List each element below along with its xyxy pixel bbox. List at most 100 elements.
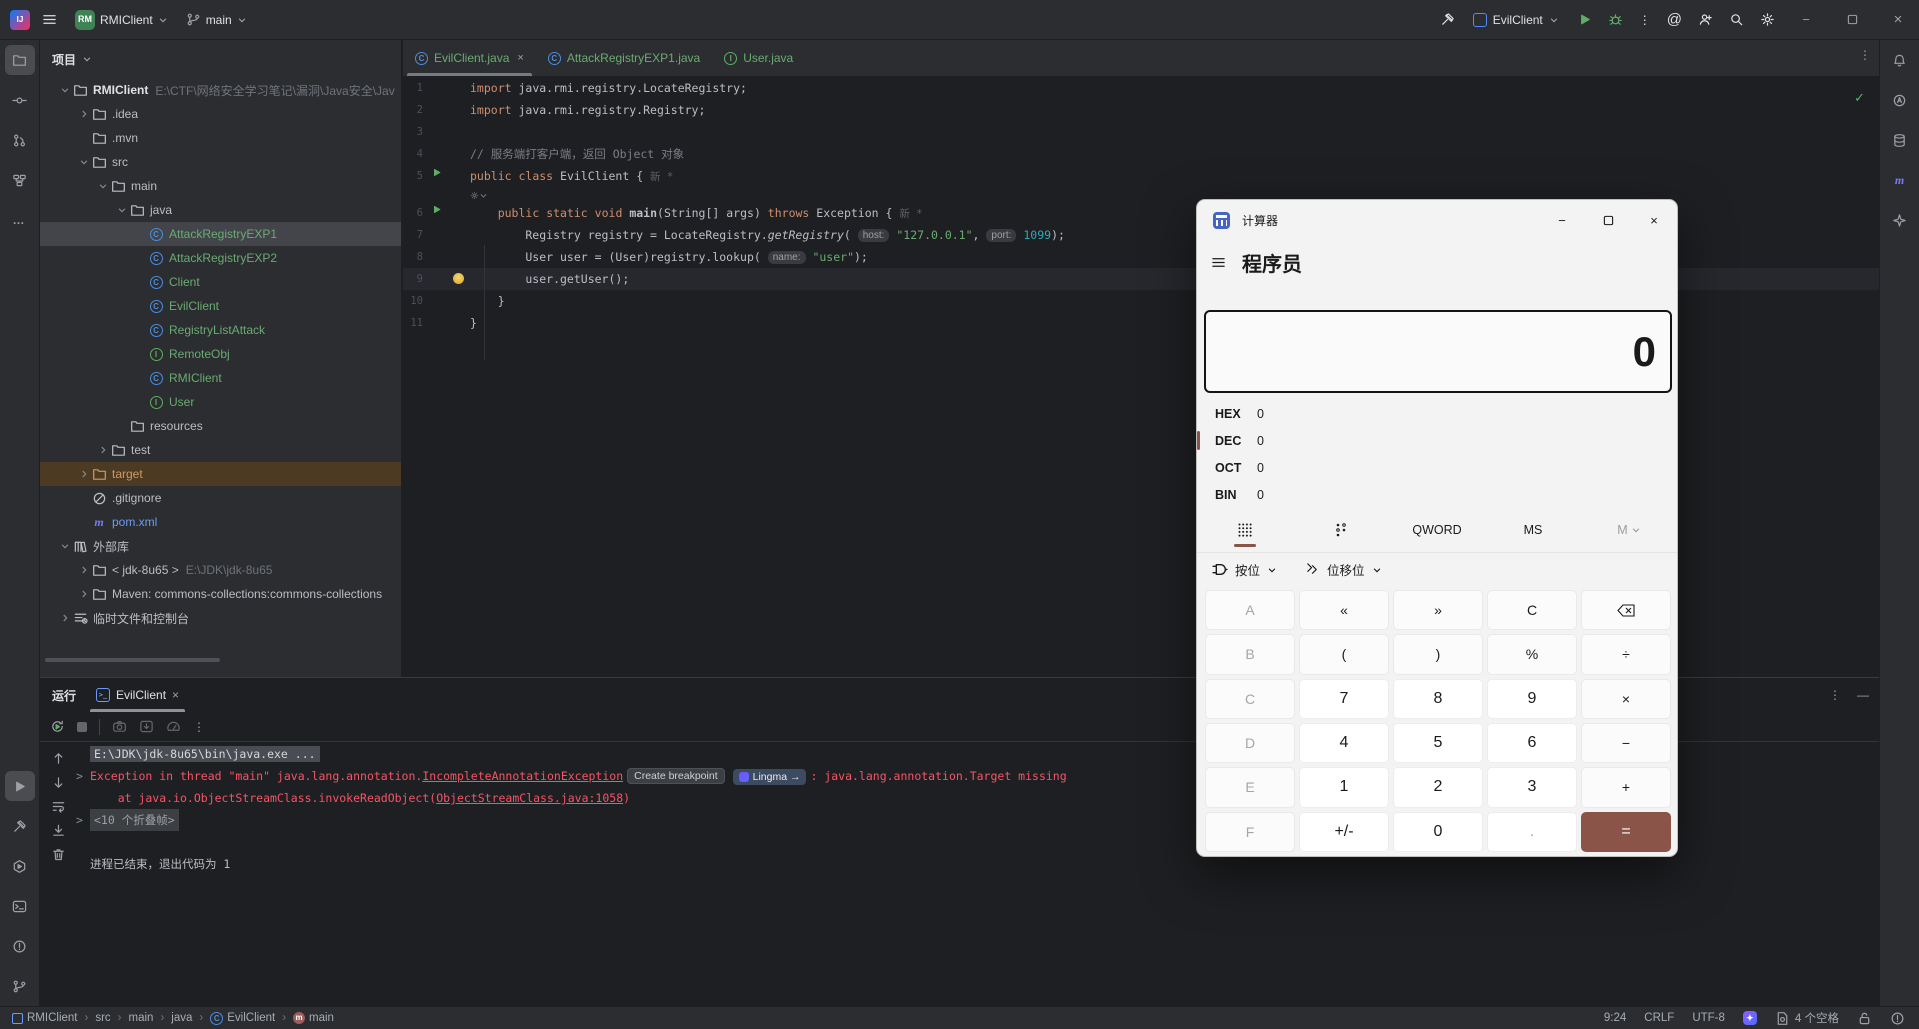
crumb-main[interactable]: mmain xyxy=(293,1012,334,1024)
tree-item-src[interactable]: src xyxy=(40,150,401,174)
thread-dump-icon[interactable] xyxy=(112,719,127,734)
lingma-chip[interactable]: Lingma → xyxy=(733,769,807,785)
calculator-titlebar[interactable]: 计算器 − × xyxy=(1197,200,1677,240)
calc-key-sym[interactable]: % xyxy=(1487,634,1577,674)
editor-tab-user-java[interactable]: IUser.java xyxy=(712,40,805,76)
calc-key-sym[interactable]: . xyxy=(1487,812,1577,852)
tree-item-remoteobj[interactable]: IRemoteObj xyxy=(40,342,401,366)
crumb-src[interactable]: src xyxy=(95,1012,110,1024)
chevron-icon[interactable] xyxy=(77,565,91,575)
code-line-1[interactable]: 1import java.rmi.registry.LocateRegistry… xyxy=(403,77,1879,99)
crumb-main[interactable]: main xyxy=(129,1012,154,1024)
hide-panel-icon[interactable]: — xyxy=(1857,688,1869,702)
debug-button[interactable] xyxy=(1602,6,1629,34)
tool-commit[interactable] xyxy=(5,85,35,115)
tree-item--gitignore[interactable]: .gitignore xyxy=(40,486,401,510)
tree-item--[interactable]: 临时文件和控制台 xyxy=(40,606,401,630)
indent-setting[interactable]: 4 个空格 xyxy=(1775,1010,1839,1026)
tool-database[interactable] xyxy=(1885,125,1915,155)
chevron-icon[interactable] xyxy=(115,205,129,215)
run-config-selector[interactable]: EvilClient xyxy=(1465,6,1567,34)
tree-item-main[interactable]: main xyxy=(40,174,401,198)
code-line-2[interactable]: 2import java.rmi.registry.Registry; xyxy=(403,99,1879,121)
calc-key-C[interactable]: C xyxy=(1205,679,1295,719)
memory-store-button[interactable]: MS xyxy=(1485,512,1581,548)
tool-pull-requests[interactable] xyxy=(5,125,35,155)
tool-structure[interactable] xyxy=(5,165,35,195)
profiler-icon[interactable] xyxy=(166,719,181,734)
tree-item--mvn[interactable]: .mvn xyxy=(40,126,401,150)
run-tab-evilclient[interactable]: >_ EvilClient × xyxy=(90,678,185,712)
calc-minimize-button[interactable]: − xyxy=(1539,200,1585,240)
calc-key-2[interactable]: 2 xyxy=(1393,767,1483,807)
calc-key-5[interactable]: 5 xyxy=(1393,723,1483,763)
branch-widget[interactable]: main xyxy=(180,6,253,34)
full-keypad-toggle[interactable] xyxy=(1197,512,1293,548)
calc-key-sym[interactable]: ( xyxy=(1299,634,1389,674)
calc-key-sym[interactable]: » xyxy=(1393,590,1483,630)
intention-bulb-icon[interactable] xyxy=(453,273,464,284)
inspections-ok-icon[interactable]: ✓ xyxy=(1854,90,1865,106)
word-size-toggle[interactable]: QWORD xyxy=(1389,512,1485,548)
chevron-icon[interactable] xyxy=(58,541,72,551)
crumb-rmiclient[interactable]: RMIClient xyxy=(12,1012,77,1024)
tree-item--idea[interactable]: .idea xyxy=(40,102,401,126)
calc-key-9[interactable]: 9 xyxy=(1487,679,1577,719)
tree-item-rmiclient[interactable]: RMIClientE:\CTF\网络安全学习笔记\漏洞\Java安全\Jav xyxy=(40,78,401,102)
bit-keypad-toggle[interactable] xyxy=(1293,512,1389,548)
chevron-icon[interactable] xyxy=(77,109,91,119)
editor-tab-attackregistryexp1-java[interactable]: CAttackRegistryEXP1.java xyxy=(536,40,712,76)
rerun-button[interactable] xyxy=(50,719,65,734)
tree-item--[interactable]: 外部库 xyxy=(40,534,401,558)
chevron-icon[interactable] xyxy=(96,445,110,455)
collapsed-frames-chip[interactable]: <10 个折叠帧> xyxy=(90,809,179,831)
base-row-dec[interactable]: DEC0 xyxy=(1197,427,1677,454)
import-test-results-icon[interactable] xyxy=(139,719,154,734)
tree-item-rmiclient[interactable]: CRMIClient xyxy=(40,366,401,390)
run-button[interactable] xyxy=(1571,6,1598,34)
dropdown-bitwise[interactable]: 按位 xyxy=(1211,560,1277,579)
tree-item-test[interactable]: test xyxy=(40,438,401,462)
calc-key-D[interactable]: D xyxy=(1205,723,1295,763)
crumb-evilclient[interactable]: CEvilClient xyxy=(210,1012,275,1025)
horizontal-scrollbar[interactable] xyxy=(45,658,220,662)
close-icon[interactable]: × xyxy=(517,52,523,64)
calc-key-7[interactable]: 7 xyxy=(1299,679,1389,719)
base-row-oct[interactable]: OCT0 xyxy=(1197,454,1677,481)
notifications-status-icon[interactable] xyxy=(1890,1011,1905,1026)
window-minimize-button[interactable]: − xyxy=(1785,0,1827,40)
calc-key-sym[interactable]: − xyxy=(1581,723,1671,763)
editor-tab-evilclient-java[interactable]: CEvilClient.java× xyxy=(403,40,536,76)
caret-position[interactable]: 9:24 xyxy=(1604,1012,1626,1024)
tree-item-registrylistattack[interactable]: CRegistryListAttack xyxy=(40,318,401,342)
stacktrace-link[interactable]: ObjectStreamClass.java:1058 xyxy=(436,791,623,805)
chevron-down-icon[interactable] xyxy=(82,54,92,64)
tool-maven[interactable]: m xyxy=(1885,165,1915,195)
tool-ai-assistant[interactable] xyxy=(1885,85,1915,115)
breadcrumb[interactable]: RMIClient›src›main›java›CEvilClient›mmai… xyxy=(0,1012,334,1025)
calc-key-B[interactable]: B xyxy=(1205,634,1295,674)
calc-key-1[interactable]: 1 xyxy=(1299,767,1389,807)
tool-problems[interactable] xyxy=(5,931,35,961)
line-ending[interactable]: CRLF xyxy=(1644,1012,1674,1024)
lingma-status-icon[interactable]: ✦ xyxy=(1743,1011,1757,1025)
settings-gear-icon[interactable] xyxy=(1754,6,1781,34)
chevron-icon[interactable] xyxy=(58,85,72,95)
tool-services[interactable] xyxy=(5,851,35,881)
tool-version-control[interactable] xyxy=(5,971,35,1001)
base-row-bin[interactable]: BIN0 xyxy=(1197,481,1677,508)
calc-key-sym[interactable]: +/- xyxy=(1299,812,1389,852)
tree-item-pom-xml[interactable]: mpom.xml xyxy=(40,510,401,534)
fold-arrow-icon[interactable]: > xyxy=(76,765,83,787)
calc-close-button[interactable]: × xyxy=(1631,200,1677,240)
tool-build[interactable] xyxy=(5,811,35,841)
calc-maximize-button[interactable] xyxy=(1585,200,1631,240)
calc-key-A[interactable]: A xyxy=(1205,590,1295,630)
calc-key-C[interactable]: C xyxy=(1487,590,1577,630)
chevron-icon[interactable] xyxy=(77,469,91,479)
encoding[interactable]: UTF-8 xyxy=(1692,1012,1725,1024)
crumb-java[interactable]: java xyxy=(171,1012,192,1024)
tree-item-attackregistryexp1[interactable]: CAttackRegistryEXP1 xyxy=(40,222,401,246)
tool-notifications[interactable] xyxy=(1885,45,1915,75)
tree-item-java[interactable]: java xyxy=(40,198,401,222)
